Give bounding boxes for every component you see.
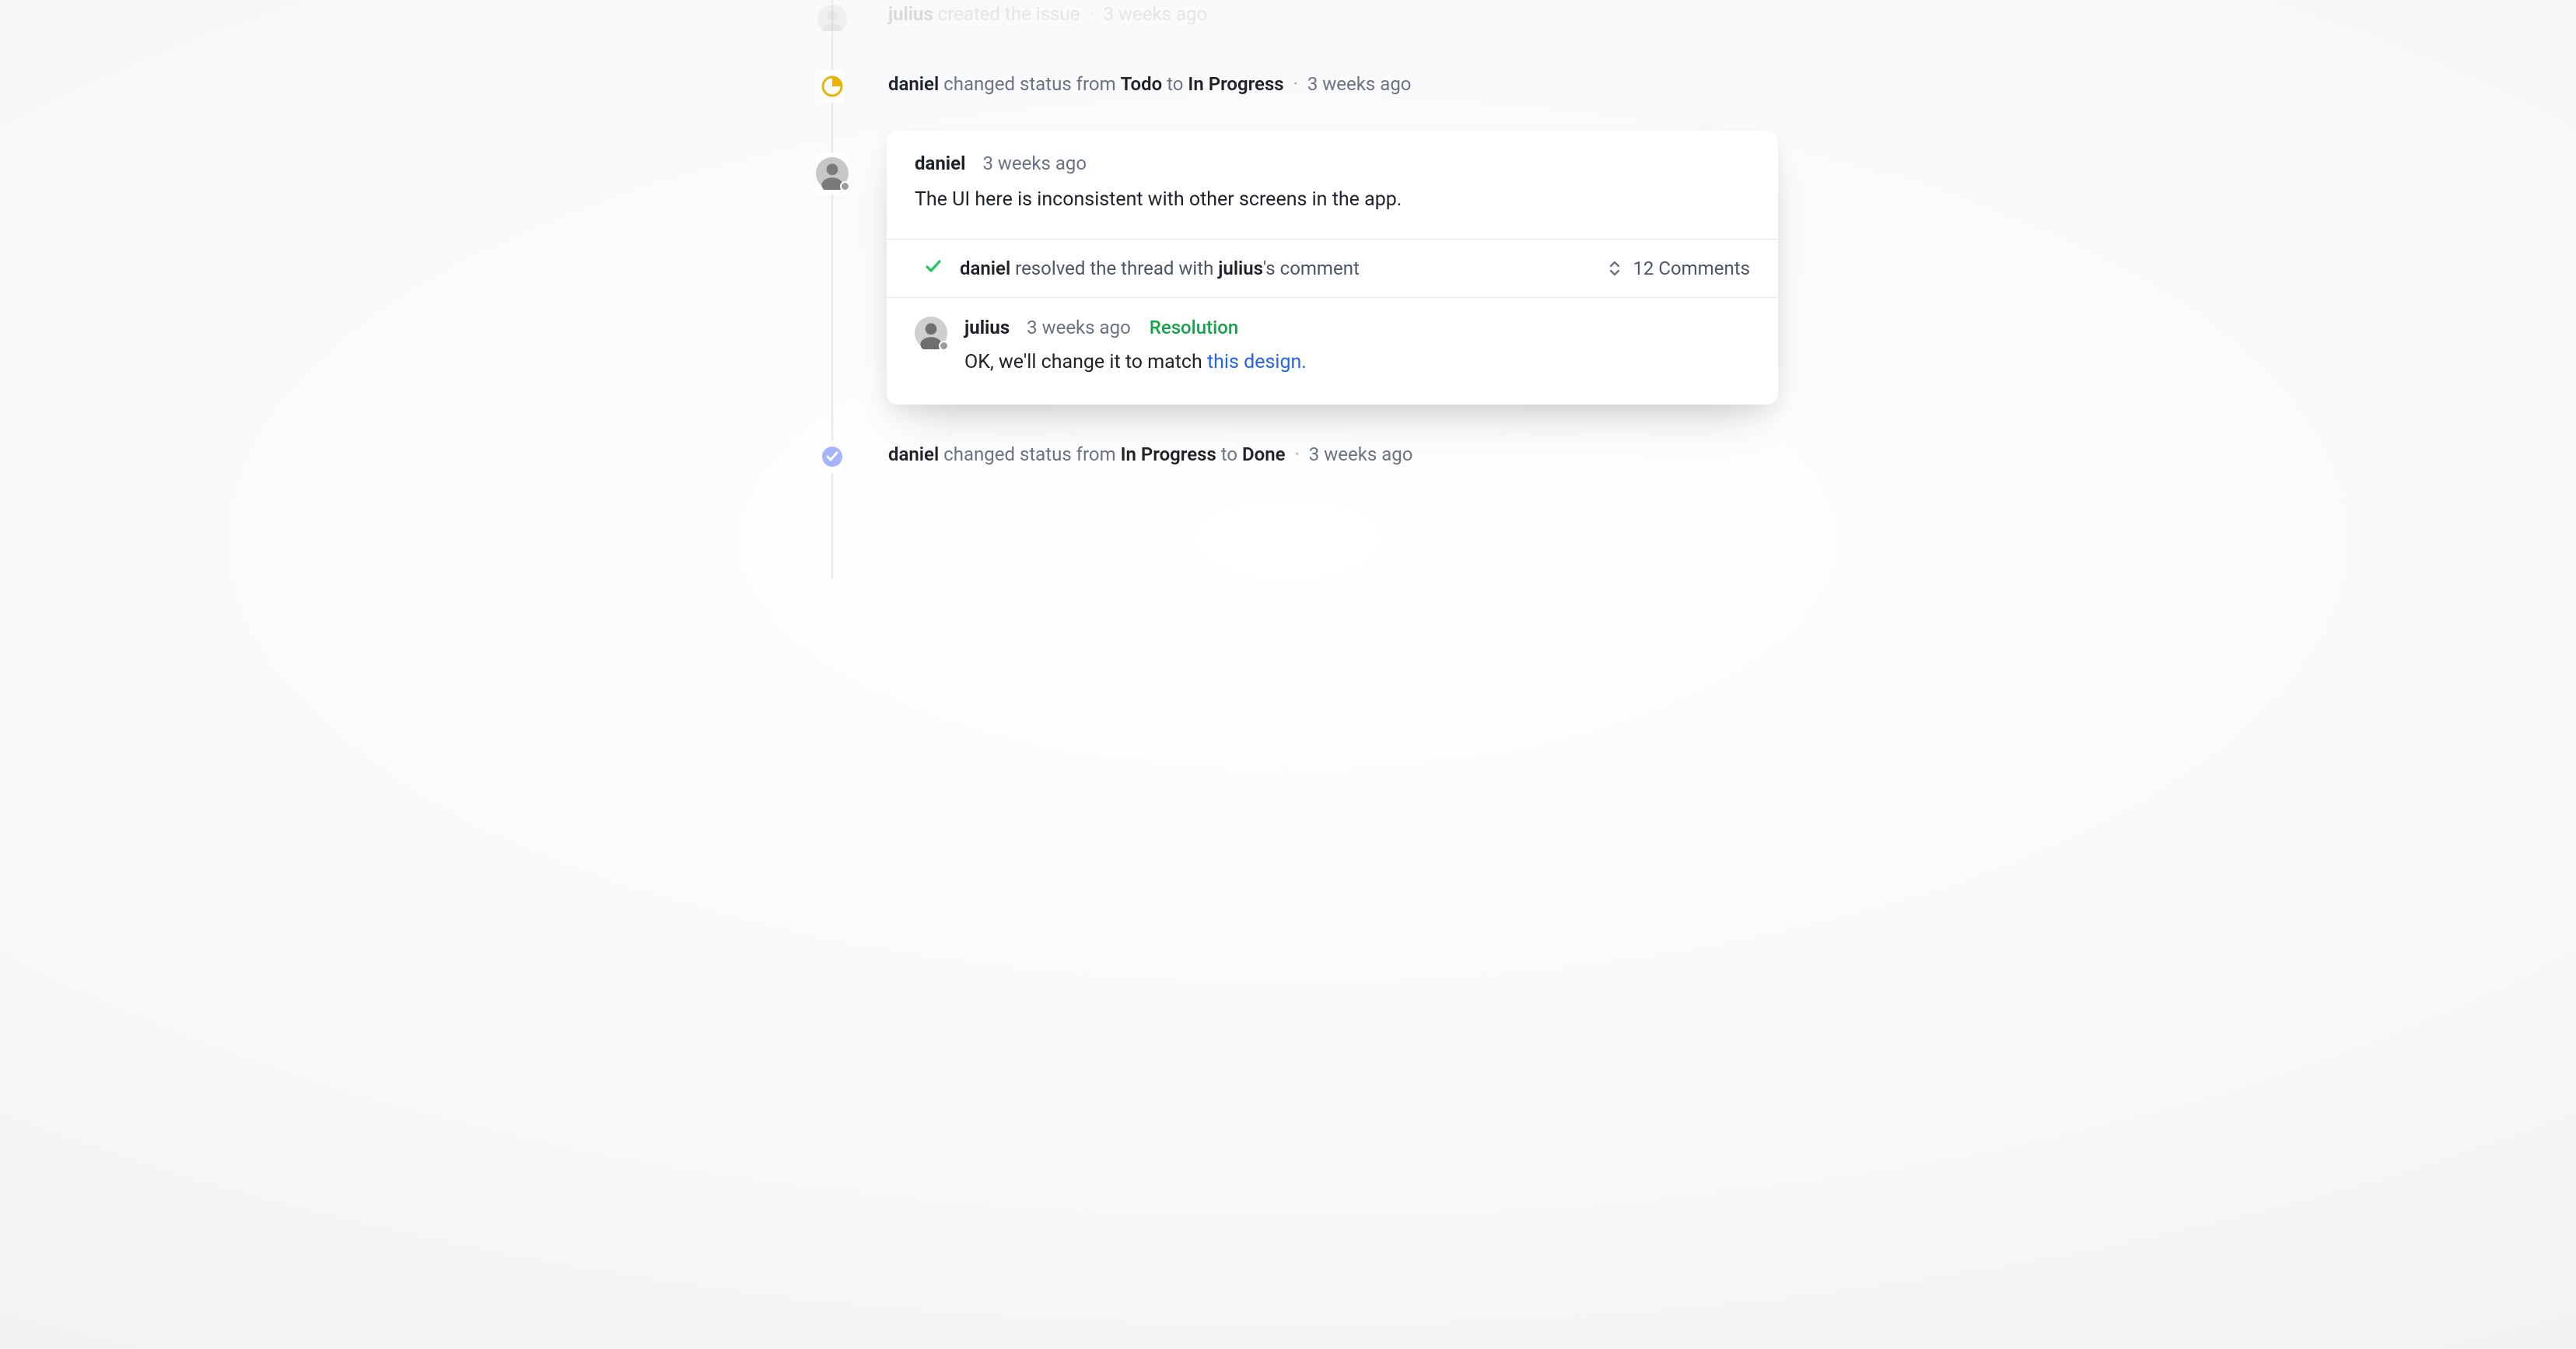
event-author: julius	[888, 3, 933, 25]
comment-timestamp: 3 weeks ago	[982, 152, 1087, 174]
resolution-badge: Resolution	[1150, 317, 1238, 338]
timeline-event-partial: julius created the issue · 3 weeks ago	[798, 0, 1778, 31]
status-to: Done	[1242, 443, 1286, 465]
status-to: In Progress	[1188, 73, 1283, 95]
event-author: daniel	[888, 443, 939, 465]
check-icon	[924, 257, 943, 280]
status-from: In Progress	[1121, 443, 1216, 465]
activity-timeline: julius created the issue · 3 weeks ago d…	[751, 0, 1825, 579]
timeline-comment: daniel 3 weeks ago The UI here is incons…	[798, 131, 1778, 405]
event-timestamp: 3 weeks ago	[1104, 3, 1208, 25]
comment-main: daniel 3 weeks ago The UI here is incons…	[887, 131, 1778, 239]
presence-indicator	[939, 341, 949, 351]
comment-body: The UI here is inconsistent with other s…	[915, 185, 1750, 215]
event-text: daniel changed status from In Progress t…	[866, 440, 1412, 468]
comment-reply: julius 3 weeks ago Resolution OK, we'll …	[887, 298, 1778, 405]
timeline-event-status-change: daniel changed status from Todo to In Pr…	[798, 70, 1778, 103]
comment-header: daniel 3 weeks ago	[915, 152, 1750, 174]
comment-card: daniel 3 weeks ago The UI here is incons…	[887, 131, 1778, 405]
event-timestamp: 3 weeks ago	[1307, 73, 1412, 95]
in-progress-status-icon	[821, 75, 844, 98]
resolved-text: daniel resolved the thread with julius's…	[960, 258, 1608, 279]
event-verb: changed status from	[943, 443, 1115, 465]
reply-header: julius 3 weeks ago Resolution	[964, 317, 1750, 338]
event-timestamp: 3 weeks ago	[1309, 443, 1413, 465]
avatar	[817, 5, 847, 31]
presence-indicator	[840, 181, 850, 191]
resolved-summary-row: daniel resolved the thread with julius's…	[887, 240, 1778, 297]
event-author: daniel	[888, 73, 939, 95]
comments-count-label: 12 Comments	[1633, 258, 1750, 279]
chevron-up-down-icon	[1608, 260, 1622, 277]
done-status-icon	[821, 445, 844, 468]
reply-author: julius	[964, 317, 1010, 338]
event-verb: changed status from	[943, 73, 1115, 95]
avatar[interactable]	[816, 157, 849, 190]
status-from: Todo	[1121, 73, 1163, 95]
event-text: daniel changed status from Todo to In Pr…	[866, 70, 1411, 98]
expand-comments-button[interactable]: 12 Comments	[1608, 258, 1750, 279]
comment-author: daniel	[915, 152, 965, 174]
reply-timestamp: 3 weeks ago	[1027, 317, 1131, 338]
avatar[interactable]	[915, 317, 947, 349]
reply-body: OK, we'll change it to match this design…	[964, 348, 1750, 378]
design-link[interactable]: this design.	[1207, 351, 1307, 373]
timeline-event-status-change: daniel changed status from In Progress t…	[798, 440, 1778, 473]
